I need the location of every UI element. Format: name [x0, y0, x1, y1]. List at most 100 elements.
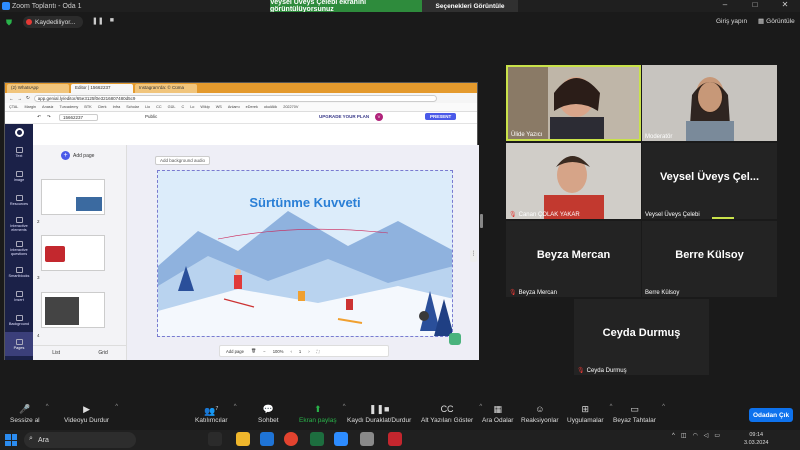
bookmark-item[interactable]: eDerek [246, 105, 258, 109]
participant-tile[interactable]: Berre Külsoy Berre Külsoy [642, 221, 777, 297]
avatar[interactable]: V [375, 113, 383, 121]
pause-record-button[interactable]: ❚❚■ Kaydı Duraklat/Durdur [347, 404, 411, 424]
next-page-icon[interactable]: › [308, 349, 309, 354]
page-thumbnail[interactable] [41, 235, 105, 271]
list-view-tab[interactable]: List [52, 350, 60, 356]
file-explorer-icon[interactable] [236, 432, 250, 446]
bookmark-item[interactable]: GÜL [168, 105, 176, 109]
sidebar-item-image[interactable]: Image [5, 164, 33, 188]
back-icon[interactable]: ← [9, 96, 14, 101]
wifi-icon[interactable]: ◠ [693, 432, 698, 439]
reactions-button[interactable]: ☺ Reaksiyonlar [521, 404, 559, 424]
zoom-taskbar-icon[interactable] [334, 432, 348, 446]
bookmark-item[interactable]: BTK [84, 105, 91, 109]
sidebar-item-resources[interactable]: Resources [5, 188, 33, 212]
chevron-up-icon[interactable]: ^ [662, 404, 665, 410]
pdf-icon[interactable] [388, 432, 402, 446]
battery-icon[interactable]: ▭ [714, 432, 720, 439]
volume-icon[interactable]: ◁ [704, 432, 709, 439]
bookmark-item[interactable]: Anasiz [42, 105, 53, 109]
project-title-field[interactable]: 15662237 [59, 114, 99, 121]
apps-button[interactable]: ⊞ Uygulamalar ^ [567, 404, 613, 424]
reload-icon[interactable]: ↻ [26, 95, 30, 101]
zoom-level[interactable]: 100% [273, 349, 284, 354]
maximize-button[interactable]: □ [740, 0, 770, 12]
bookmark-item[interactable]: 202270V [283, 105, 298, 109]
mute-button[interactable]: 🎤 Sessize al ^ [10, 404, 49, 424]
taskbar-clock[interactable]: 09:14 3.03.2024 [744, 431, 768, 447]
bookmark-item[interactable]: okulAtik [264, 105, 277, 109]
pause-icon[interactable]: ❚❚ [92, 17, 104, 25]
bookmark-item[interactable]: Margin [24, 105, 36, 109]
chevron-up-icon[interactable]: ^ [343, 404, 346, 410]
minimize-button[interactable]: – [710, 0, 740, 12]
present-button[interactable]: PRESENT [425, 113, 457, 120]
chrome-icon[interactable] [284, 432, 298, 446]
bookmark-item[interactable]: Infra [113, 105, 121, 109]
split-resize-handle[interactable] [480, 214, 483, 228]
bookmark-item[interactable]: CC [156, 105, 161, 109]
video-button[interactable]: ▶ Videoyu Durdur ^ [64, 404, 118, 424]
participant-tile[interactable]: 🎙 Canan ÇOLAK YAKAR [506, 143, 641, 219]
taskbar-search[interactable]: ⌕ Ara [24, 432, 136, 448]
bookmark-item[interactable]: Lio [145, 105, 150, 109]
recording-indicator[interactable]: Kaydediliyor... [23, 16, 83, 28]
chevron-up-icon[interactable]: ^ [234, 404, 237, 410]
view-button[interactable]: ▦ Görüntüle [758, 17, 795, 26]
zoom-out-icon[interactable]: − [263, 349, 265, 354]
store-icon[interactable] [260, 432, 274, 446]
bookmark-item[interactable]: Anlamı [228, 105, 240, 109]
view-options-button[interactable]: Seçenekleri Görüntüle [422, 0, 518, 12]
chevron-up-icon[interactable]: ^ [672, 433, 675, 439]
bookmark-item[interactable]: Clerk [98, 105, 107, 109]
more-options-icon[interactable]: ⋮ [470, 250, 477, 262]
page-thumbnail[interactable] [41, 292, 105, 328]
forward-icon[interactable]: → [18, 96, 23, 101]
participants-button[interactable]: 👥7 Katılımcılar ^ [195, 404, 237, 424]
slide-title[interactable]: Sürtünme Kuvveti [158, 195, 452, 210]
chevron-up-icon[interactable]: ^ [46, 404, 49, 410]
close-button[interactable]: ✕ [770, 0, 800, 12]
bookmark-item[interactable]: C [181, 105, 184, 109]
sidebar-item-interactive-questions[interactable]: Interactive questions [5, 236, 33, 260]
chat-button[interactable]: 💬 Sohbet [258, 404, 279, 424]
whiteboard-button[interactable]: ▭ Beyaz Tahtalar ^ [613, 404, 665, 424]
slide[interactable]: Sürtünme Kuvveti [157, 170, 453, 337]
grid-view-tab[interactable]: Grid [98, 350, 107, 356]
url-field[interactable]: app.genial.ly/editor/65e3125f0e321680748… [33, 94, 437, 102]
add-background-audio-button[interactable]: Add background audio [155, 156, 211, 165]
captions-button[interactable]: CC Alt Yazıları Göster ^ [421, 404, 482, 424]
network-icon[interactable]: ◫ [681, 432, 687, 439]
bookmark-item[interactable]: ÇTAL [9, 105, 18, 109]
leave-room-button[interactable]: Odadan Çık [749, 408, 793, 422]
prev-page-icon[interactable]: ‹ [290, 349, 291, 354]
sidebar-item-interactive-elements[interactable]: Interactive elements [5, 212, 33, 236]
shield-icon[interactable]: ⛊ [6, 18, 12, 28]
windows-start-icon[interactable] [5, 434, 17, 446]
bookmark-item[interactable]: Lo [190, 105, 194, 109]
bookmark-item[interactable]: WS [216, 105, 222, 109]
browser-tab[interactable]: (2) WhatsApp [7, 84, 69, 93]
task-view-icon[interactable] [208, 432, 222, 446]
chevron-up-icon[interactable]: ^ [115, 404, 118, 410]
sidebar-item-text[interactable]: Text [5, 140, 33, 164]
undo-icon[interactable]: ↶ [37, 114, 41, 120]
share-screen-button[interactable]: ⬆ Ekran paylaş ^ [299, 404, 346, 424]
help-chat-icon[interactable] [449, 333, 461, 345]
page-thumbnail[interactable] [41, 179, 105, 215]
browser-tab-active[interactable]: Editor | 15662237 [71, 84, 133, 93]
add-page-button[interactable]: + Add page [61, 151, 94, 160]
excel-icon[interactable] [310, 432, 324, 446]
sidebar-item-insert[interactable]: Insert [5, 284, 33, 308]
visibility-dropdown[interactable]: Public [145, 114, 157, 119]
bookmark-item[interactable]: Wikip [200, 105, 209, 109]
trash-icon[interactable]: 🗑 [251, 348, 256, 354]
participant-tile-speaker[interactable]: Ülide Yazıcı [506, 65, 641, 141]
browser-tab[interactable]: Instagram'da: © Cüma [135, 84, 197, 93]
sign-in-button[interactable]: Giriş yapın [716, 18, 747, 25]
fullscreen-icon[interactable]: ⛶ [317, 349, 320, 354]
upgrade-plan-button[interactable]: UPGRADE YOUR PLAN [319, 114, 369, 119]
participant-tile[interactable]: Moderatör [642, 65, 777, 141]
bookmark-item[interactable]: Scholar [126, 105, 139, 109]
sidebar-item-smartblocks[interactable]: Smartblocks [5, 260, 33, 284]
